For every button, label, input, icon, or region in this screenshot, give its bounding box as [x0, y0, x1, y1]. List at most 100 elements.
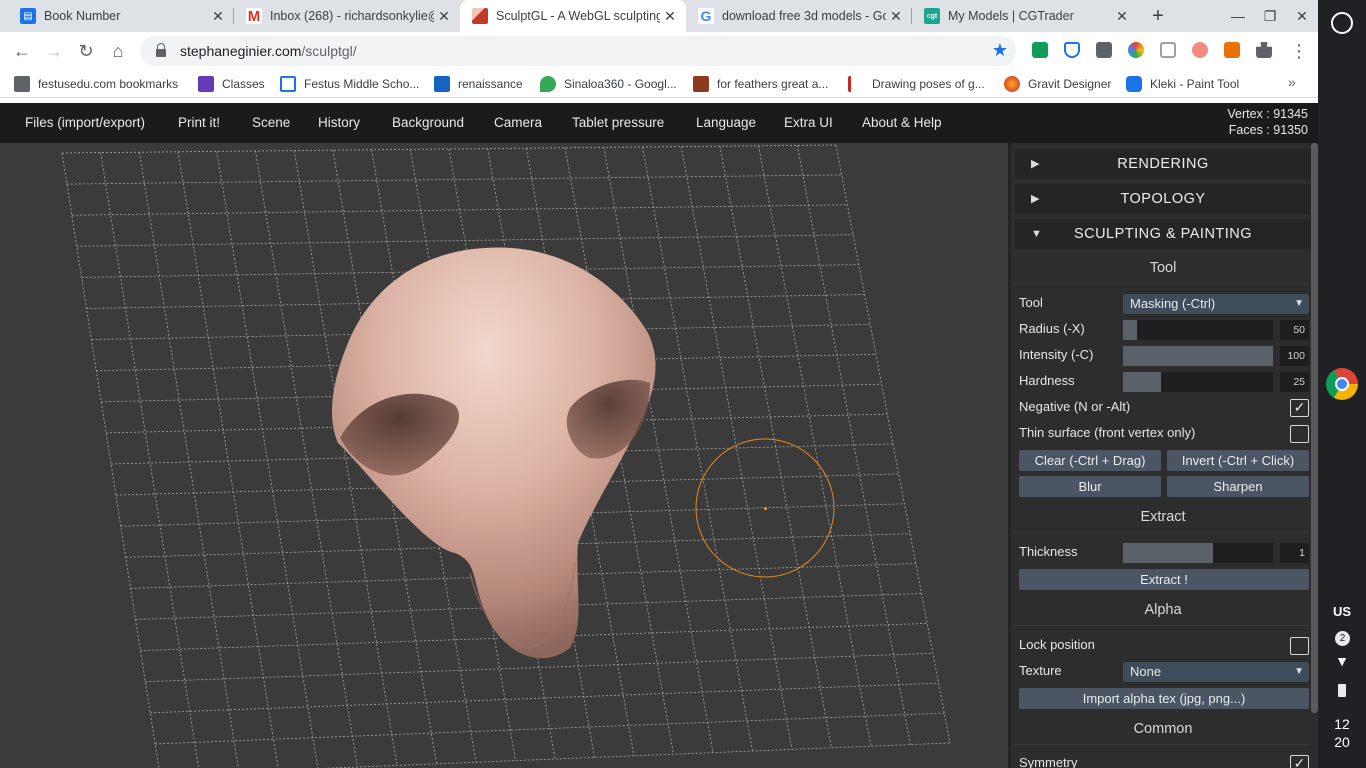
clear-mask-button[interactable]: Clear (-Ctrl + Drag): [1019, 450, 1161, 471]
reload-icon[interactable]: ↻: [75, 40, 97, 62]
intensity-value[interactable]: 100: [1280, 346, 1309, 366]
lock-position-checkbox[interactable]: [1290, 637, 1309, 655]
slider-fill: [1123, 346, 1273, 366]
close-icon[interactable]: ✕: [208, 8, 228, 25]
menu-history[interactable]: History: [318, 115, 360, 130]
tab-sculptgl[interactable]: SculptGL - A WebGL sculpting ✕: [460, 0, 686, 32]
tab-inbox[interactable]: M Inbox (268) - richardsonkylie@ ✕: [234, 0, 460, 32]
menu-scene[interactable]: Scene: [252, 115, 290, 130]
sculpted-mesh[interactable]: [331, 247, 656, 659]
grid-line: [642, 146, 753, 752]
menu-background[interactable]: Background: [392, 115, 464, 130]
texture-select[interactable]: None ▼: [1123, 662, 1309, 682]
brush-cursor: [695, 438, 835, 578]
menu-tablet-pressure[interactable]: Tablet pressure: [572, 115, 664, 130]
bookmark-label: renaissance: [458, 77, 523, 91]
menu-language[interactable]: Language: [696, 115, 756, 130]
thin-surface-checkbox[interactable]: [1290, 425, 1309, 443]
bookmark-drawing-poses[interactable]: Drawing poses of g...: [848, 76, 985, 92]
bookmark-festus-middle[interactable]: Festus Middle Scho...: [280, 76, 419, 92]
import-alpha-button[interactable]: Import alpha tex (jpg, png...): [1019, 688, 1309, 709]
classroom-extension-icon[interactable]: [1032, 42, 1048, 58]
symmetry-checkbox[interactable]: ✓: [1290, 755, 1309, 768]
forward-icon[interactable]: →: [43, 40, 65, 62]
vertex-count: Vertex : 91345: [1227, 107, 1308, 121]
close-icon[interactable]: ✕: [886, 8, 906, 25]
close-icon[interactable]: ✕: [660, 8, 680, 25]
bookmark-festusedu[interactable]: festusedu.com bookmarks: [14, 76, 178, 92]
kebab-menu-icon[interactable]: ⋮: [1290, 40, 1308, 62]
blur-button[interactable]: Blur: [1019, 476, 1161, 497]
sculpting-section-header[interactable]: ▼ SCULPTING & PAINTING: [1015, 219, 1311, 249]
clock-hour[interactable]: 12: [1318, 716, 1366, 732]
more-bookmarks-icon[interactable]: »: [1288, 74, 1296, 90]
rendering-section-header[interactable]: ▶ RENDERING: [1015, 149, 1311, 179]
sculptgl-icon: [472, 8, 488, 24]
clock-minute[interactable]: 20: [1318, 734, 1366, 750]
bookmark-sinaloa[interactable]: Sinaloa360 - Googl...: [540, 76, 677, 92]
menu-about-help[interactable]: About & Help: [862, 115, 942, 130]
extract-button[interactable]: Extract !: [1019, 569, 1309, 590]
thickness-value[interactable]: 1: [1280, 543, 1309, 563]
screencast-extension-icon[interactable]: [1096, 42, 1112, 58]
new-tab-button[interactable]: +: [1147, 4, 1169, 28]
texture-label: Texture: [1019, 663, 1062, 678]
radius-slider[interactable]: [1123, 320, 1273, 340]
close-icon[interactable]: ✕: [1112, 8, 1132, 25]
tool-select[interactable]: Masking (-Ctrl) ▼: [1123, 294, 1309, 314]
chrome-icon[interactable]: [1326, 368, 1358, 400]
alpha-subheader: Alpha: [1015, 594, 1311, 626]
cast-extension-icon[interactable]: [1160, 42, 1176, 58]
bookmark-gravit[interactable]: Gravit Designer: [1004, 76, 1111, 92]
sharpen-button[interactable]: Sharpen: [1167, 476, 1309, 497]
notification-count[interactable]: 2: [1335, 631, 1350, 646]
google-icon: G: [698, 8, 714, 24]
menu-files[interactable]: Files (import/export): [25, 115, 145, 130]
section-title: SCULPTING & PAINTING: [1073, 226, 1253, 242]
bookmark-label: Kleki - Paint Tool: [1150, 77, 1240, 91]
thickness-slider[interactable]: [1123, 543, 1273, 563]
tab-strip: ▤ Book Number ✕ M Inbox (268) - richards…: [0, 0, 1318, 32]
color-wheel-extension-icon[interactable]: [1128, 42, 1144, 58]
sculptgl-app: Files (import/export) Print it! Scene Hi…: [0, 103, 1318, 768]
puzzle-extensions-icon[interactable]: [1256, 42, 1272, 58]
bookmark-kleki[interactable]: Kleki - Paint Tool: [1126, 76, 1239, 92]
maps-pin-icon: [540, 76, 556, 92]
bookmark-star-icon[interactable]: ★: [992, 40, 1008, 61]
negative-checkbox[interactable]: ✓: [1290, 399, 1309, 417]
mote-extension-icon[interactable]: [1192, 42, 1208, 58]
home-icon[interactable]: ⌂: [107, 40, 129, 62]
address-bar[interactable]: stephaneginier.com/sculptgl/ ★: [140, 36, 1016, 66]
topology-section-header[interactable]: ▶ TOPOLOGY: [1015, 184, 1311, 214]
menu-camera[interactable]: Camera: [494, 115, 542, 130]
tab-cgtrader[interactable]: cgt My Models | CGTrader ✕: [912, 0, 1138, 32]
bookmark-renaissance[interactable]: renaissance: [434, 76, 523, 92]
bookmark-extension-icon[interactable]: [1224, 42, 1240, 58]
browser-window: ▤ Book Number ✕ M Inbox (268) - richards…: [0, 0, 1318, 768]
url-domain: stephaneginier.com: [180, 43, 302, 59]
input-method[interactable]: US: [1318, 604, 1366, 619]
radius-value[interactable]: 50: [1280, 320, 1309, 340]
collapsed-arrow-icon: ▶: [1031, 158, 1040, 170]
intensity-slider[interactable]: [1123, 346, 1273, 366]
tab-book-number[interactable]: ▤ Book Number ✕: [8, 0, 234, 32]
hardness-value[interactable]: 25: [1280, 372, 1309, 392]
bookmark-feathers[interactable]: for feathers great a...: [693, 76, 828, 92]
minimize-icon[interactable]: —: [1229, 6, 1247, 26]
menu-print[interactable]: Print it!: [178, 115, 220, 130]
chevron-down-icon: ▼: [1294, 666, 1304, 677]
shield-extension-icon[interactable]: [1064, 42, 1080, 58]
close-window-icon[interactable]: ✕: [1293, 6, 1311, 26]
close-icon[interactable]: ✕: [434, 8, 454, 25]
hardness-slider[interactable]: [1123, 372, 1273, 392]
panel-scrollbar[interactable]: [1311, 143, 1318, 713]
bookmark-classes[interactable]: Classes: [198, 76, 265, 92]
scene-canvas[interactable]: [0, 143, 1008, 768]
3d-viewport[interactable]: [0, 143, 1008, 768]
invert-mask-button[interactable]: Invert (-Ctrl + Click): [1167, 450, 1309, 471]
back-icon[interactable]: ←: [11, 40, 33, 62]
menu-extra-ui[interactable]: Extra UI: [784, 115, 833, 130]
tab-google-search[interactable]: G download free 3d models - Go ✕: [686, 0, 912, 32]
launcher-icon[interactable]: [1331, 12, 1353, 34]
restore-icon[interactable]: ❐: [1261, 6, 1279, 26]
